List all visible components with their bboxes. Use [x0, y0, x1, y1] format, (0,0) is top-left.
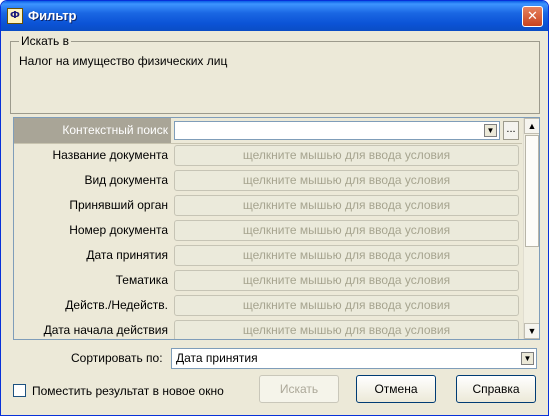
help-button[interactable]: Справка [456, 375, 536, 403]
context-more-button[interactable]: ... [503, 121, 519, 140]
cancel-button[interactable]: Отмена [356, 375, 436, 403]
condition-field[interactable]: щелкните мышью для ввода условия [174, 270, 519, 291]
filter-row[interactable]: Дата начала действия щелкните мышью для … [14, 318, 522, 339]
filter-row-label: Дата начала действия [43, 323, 168, 337]
filter-row-label: Вид документа [84, 173, 168, 187]
filter-row[interactable]: Действ./Недейств. щелкните мышью для вво… [14, 293, 522, 318]
context-search-input[interactable]: ▼ [174, 121, 500, 140]
window-title: Фильтр [28, 8, 77, 23]
sort-label: Сортировать по: [71, 351, 163, 365]
condition-field[interactable]: щелкните мышью для ввода условия [174, 195, 519, 216]
close-button[interactable]: ✕ [522, 6, 543, 27]
filter-dialog: Ф Фильтр ✕ Искать в Налог на имущество ф… [0, 0, 549, 416]
new-window-option[interactable]: Поместить результат в новое окно [13, 384, 224, 398]
scroll-up-icon[interactable]: ▲ [524, 118, 539, 134]
filter-row[interactable]: Название документа щелкните мышью для вв… [14, 143, 522, 168]
filter-row-label: Название документа [52, 148, 168, 162]
filter-row[interactable]: Тематика щелкните мышью для ввода услови… [14, 268, 522, 293]
sort-select[interactable]: Дата принятия ▼ [171, 348, 537, 369]
filter-row[interactable]: Принявший орган щелкните мышью для ввода… [14, 193, 522, 218]
sort-value: Дата принятия [176, 351, 258, 365]
filter-row-label: Контекстный поиск [14, 118, 171, 143]
condition-field[interactable]: щелкните мышью для ввода условия [174, 170, 519, 191]
filter-row-label: Тематика [115, 273, 168, 287]
condition-field[interactable]: щелкните мышью для ввода условия [174, 295, 519, 316]
app-icon: Ф [7, 8, 23, 24]
condition-field[interactable]: щелкните мышью для ввода условия [174, 245, 519, 266]
filter-row[interactable]: Номер документа щелкните мышью для ввода… [14, 218, 522, 243]
filter-row-label: Действ./Недейств. [65, 298, 168, 312]
filter-row-label: Принявший орган [69, 198, 168, 212]
new-window-checkbox[interactable] [13, 384, 26, 397]
filter-row-label: Номер документа [69, 223, 168, 237]
search-in-group: Искать в Налог на имущество физических л… [10, 34, 540, 114]
condition-field[interactable]: щелкните мышью для ввода условия [174, 220, 519, 241]
filter-panel: Контекстный поиск ▼ ... Название докумен… [13, 117, 540, 340]
filter-row[interactable]: Вид документа щелкните мышью для ввода у… [14, 168, 522, 193]
new-window-label: Поместить результат в новое окно [32, 384, 224, 398]
filter-row[interactable]: Дата принятия щелкните мышью для ввода у… [14, 243, 522, 268]
scroll-thumb[interactable] [525, 135, 539, 247]
condition-field[interactable]: щелкните мышью для ввода условия [174, 320, 519, 339]
search-button[interactable]: Искать [259, 375, 339, 403]
search-in-legend: Искать в [19, 34, 72, 48]
scroll-down-icon[interactable]: ▼ [524, 323, 539, 339]
condition-field[interactable]: щелкните мышью для ввода условия [174, 145, 519, 166]
filter-row-label: Дата принятия [86, 248, 168, 262]
dropdown-arrow-icon[interactable]: ▼ [484, 124, 497, 137]
filter-row-context[interactable]: Контекстный поиск ▼ ... [14, 118, 522, 144]
dropdown-arrow-icon[interactable]: ▼ [521, 352, 534, 365]
search-in-value: Налог на имущество физических лиц [19, 54, 228, 68]
vertical-scrollbar[interactable]: ▲ ▼ [523, 118, 539, 339]
title-bar[interactable]: Ф Фильтр ✕ [1, 1, 548, 31]
